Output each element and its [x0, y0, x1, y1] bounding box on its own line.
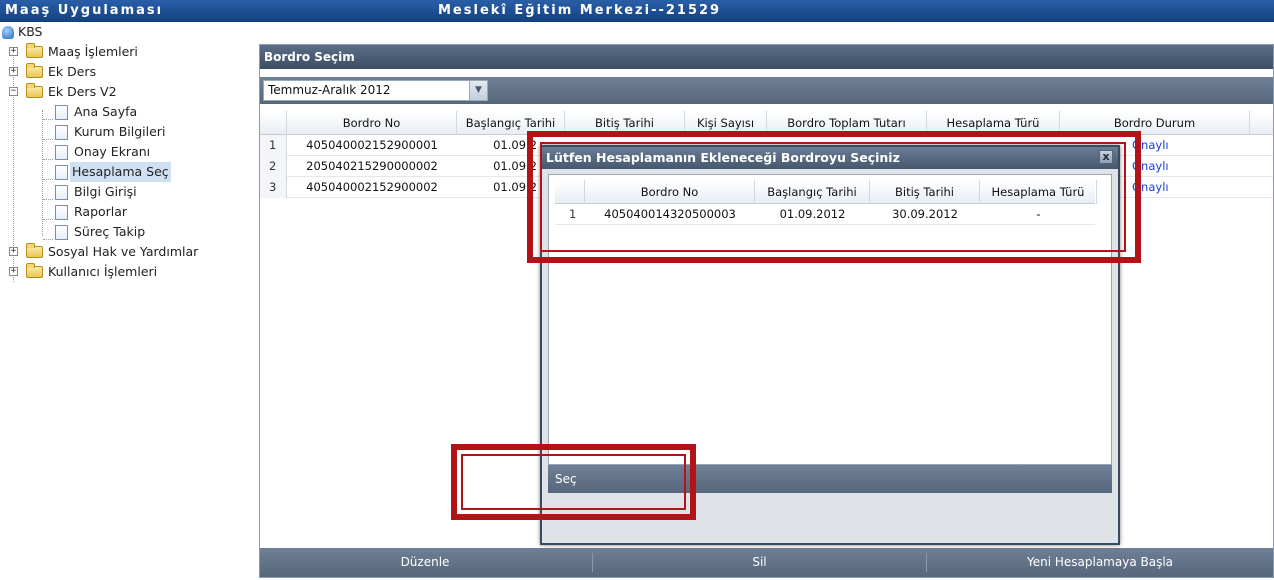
- tree-item-ana-sayfa[interactable]: Ana Sayfa: [0, 102, 139, 122]
- bordro-no-cell: 405040002152900001: [306, 138, 438, 152]
- collapse-icon[interactable]: −: [9, 87, 18, 96]
- tree-item-label: Ek Ders V2: [48, 84, 117, 99]
- tree-item-label: Raporlar: [74, 204, 128, 219]
- highlight-inner-dialog-grid: [540, 142, 1126, 252]
- start-date-cell: 01.09.2: [493, 180, 537, 194]
- tree-item-label: Hesaplama Seç: [70, 162, 171, 182]
- delete-button[interactable]: Sil: [593, 548, 926, 577]
- tree-item-sosyal-hak[interactable]: + Sosyal Hak ve Yardımlar: [0, 242, 200, 262]
- panel-title: Bordro Seçim: [260, 45, 1273, 69]
- page-icon: [55, 165, 68, 180]
- chevron-down-icon[interactable]: ▼: [469, 81, 487, 100]
- status-link[interactable]: Onaylı: [1132, 156, 1192, 177]
- folder-icon: [26, 243, 43, 258]
- tree-item-hesaplama-sec[interactable]: Hesaplama Seç: [0, 162, 171, 182]
- period-select[interactable]: Temmuz-Aralık 2012 ▼: [263, 80, 488, 101]
- tree-item-bilgi-girisi[interactable]: Bilgi Girişi: [0, 182, 139, 202]
- tree-item-ek-ders[interactable]: + Ek Ders: [0, 62, 98, 82]
- expand-icon[interactable]: +: [9, 247, 18, 256]
- tree-item-label: Onay Ekranı: [74, 144, 151, 159]
- tree-item-label: Maaş İşlemleri: [48, 44, 138, 59]
- row-number: 2: [260, 156, 287, 177]
- tree-item-surec-takip[interactable]: Süreç Takip: [0, 222, 147, 242]
- edit-button[interactable]: Düzenle: [260, 548, 590, 577]
- highlight-inner-select-button: [461, 454, 686, 510]
- expand-icon[interactable]: +: [9, 47, 18, 56]
- tree-item-label: Ek Ders: [48, 64, 97, 79]
- panel-toolbar: Temmuz-Aralık 2012 ▼: [260, 77, 1273, 104]
- app-title: Maaş Uygulaması: [5, 3, 164, 18]
- tree-item-label: Bilgi Girişi: [74, 184, 137, 199]
- tree-item-raporlar[interactable]: Raporlar: [0, 202, 129, 222]
- folder-icon: [26, 43, 43, 58]
- kbs-icon: [2, 26, 14, 39]
- page-icon: [55, 105, 68, 120]
- tree-root-label: KBS: [18, 24, 43, 39]
- tree-item-label: Kullanıcı İşlemleri: [48, 264, 158, 279]
- tree-item-kurum-bilgileri[interactable]: Kurum Bilgileri: [0, 122, 167, 142]
- tree-item-label: Süreç Takip: [74, 224, 146, 239]
- row-number: 3: [260, 177, 287, 198]
- page-icon: [55, 185, 68, 200]
- folder-icon: [26, 263, 43, 278]
- tree-item-maas-islemleri[interactable]: + Maaş İşlemleri: [0, 42, 140, 62]
- start-date-cell: 01.09.2: [493, 159, 537, 173]
- tree-item-label: Sosyal Hak ve Yardımlar: [48, 244, 199, 259]
- page-icon: [55, 225, 68, 240]
- tree-item-ek-ders-v2[interactable]: − Ek Ders V2: [0, 82, 119, 102]
- expand-icon[interactable]: +: [9, 267, 18, 276]
- panel-button-bar: Düzenle Sil Yeni Hesaplamaya Başla: [260, 548, 1273, 577]
- tree-item-kullanici-islemleri[interactable]: + Kullanıcı İşlemleri: [0, 262, 159, 282]
- column-header[interactable]: Bordro No: [287, 111, 457, 135]
- status-link[interactable]: Onaylı: [1132, 177, 1192, 198]
- new-calculation-button[interactable]: Yeni Hesaplamaya Başla: [927, 548, 1273, 577]
- institution-title: Meslekî Eğitim Merkezi--21529: [438, 3, 722, 18]
- page-icon: [55, 125, 68, 140]
- status-link[interactable]: Onaylı: [1132, 135, 1192, 156]
- tree-item-label: Kurum Bilgileri: [74, 124, 166, 139]
- page-icon: [55, 205, 68, 220]
- bordro-no-cell: 405040002152900002: [306, 180, 438, 194]
- tree-root-kbs[interactable]: KBS: [0, 22, 45, 42]
- tree-item-label: Ana Sayfa: [74, 104, 138, 119]
- page-icon: [55, 145, 68, 160]
- start-date-cell: 01.09.2: [493, 138, 537, 152]
- app-title-bar: Maaş Uygulaması Meslekî Eğitim Merkezi--…: [0, 0, 1274, 22]
- open-folder-icon: [26, 83, 43, 98]
- period-select-value: Temmuz-Aralık 2012: [268, 83, 391, 97]
- expand-icon[interactable]: +: [9, 67, 18, 76]
- row-number: 1: [260, 135, 287, 156]
- tree-item-onay-ekrani[interactable]: Onay Ekranı: [0, 142, 152, 162]
- row-number-header: [260, 111, 287, 135]
- bordro-no-cell: 205040215290000002: [306, 159, 438, 173]
- folder-icon: [26, 63, 43, 78]
